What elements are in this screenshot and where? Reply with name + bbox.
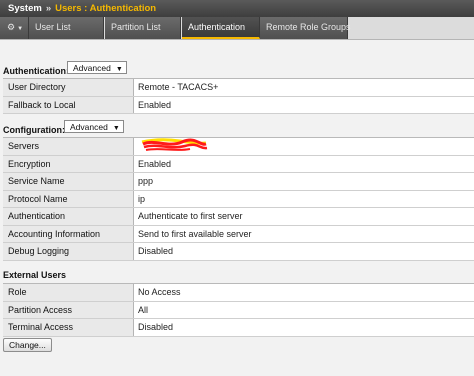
authentication-table: User Directory Remote - TACACS+ Fallback… bbox=[3, 78, 474, 114]
row-value: Disabled bbox=[134, 319, 474, 336]
tab-authentication[interactable]: Authentication bbox=[182, 17, 260, 39]
row-value: All bbox=[134, 301, 474, 318]
row-value: Enabled bbox=[134, 96, 474, 113]
external-users-table: Role No Access Partition Access All Term… bbox=[3, 283, 474, 337]
configuration-mode-value: Advanced bbox=[70, 122, 108, 132]
row-value: ppp bbox=[134, 173, 474, 190]
breadcrumb-separator: » bbox=[45, 3, 52, 14]
redaction-scribble bbox=[141, 138, 208, 151]
table-row: Partition Access All bbox=[3, 301, 474, 319]
table-row: Authentication Authenticate to first ser… bbox=[3, 208, 474, 226]
servers-value-redacted bbox=[134, 138, 474, 155]
row-label: Debug Logging bbox=[3, 243, 134, 260]
table-row: Terminal Access Disabled bbox=[3, 319, 474, 337]
row-label: Fallback to Local bbox=[3, 96, 134, 113]
row-label: Servers bbox=[3, 138, 134, 155]
chevron-down-icon: ▼ bbox=[115, 66, 123, 73]
row-value: Send to first available server bbox=[134, 225, 474, 242]
row-value: Remote - TACACS+ bbox=[134, 79, 474, 96]
external-users-heading: External Users bbox=[3, 270, 67, 280]
row-label: Terminal Access bbox=[3, 319, 134, 336]
row-value: Authenticate to first server bbox=[134, 208, 474, 225]
authentication-mode-value: Advanced bbox=[73, 63, 111, 73]
title-bar: System» Users : Authentication bbox=[0, 0, 474, 17]
row-label: User Directory bbox=[3, 79, 134, 96]
row-label: Accounting Information bbox=[3, 225, 134, 242]
change-button[interactable]: Change... bbox=[3, 338, 52, 352]
configuration-table: Servers Encryption Enabled Service Name … bbox=[3, 137, 474, 261]
configuration-heading: Configuration: bbox=[3, 125, 65, 135]
tab-bar: ⚙ ▼ User List Partition List Authenticati… bbox=[0, 17, 474, 40]
row-label: Role bbox=[3, 284, 134, 301]
authentication-heading: Authentication: bbox=[3, 66, 69, 76]
row-label: Service Name bbox=[3, 173, 134, 190]
configuration-mode-select[interactable]: Advanced ▼ bbox=[64, 120, 124, 133]
row-value: Disabled bbox=[134, 243, 474, 260]
table-row: Encryption Enabled bbox=[3, 155, 474, 173]
row-label: Protocol Name bbox=[3, 190, 134, 207]
row-label: Partition Access bbox=[3, 301, 134, 318]
table-row: Role No Access bbox=[3, 284, 474, 302]
chevron-down-icon: ▼ bbox=[17, 26, 24, 32]
authentication-mode-select[interactable]: Advanced ▼ bbox=[67, 61, 127, 74]
row-label: Encryption bbox=[3, 155, 134, 172]
row-value: Enabled bbox=[134, 155, 474, 172]
row-value: No Access bbox=[134, 284, 474, 301]
chevron-down-icon: ▼ bbox=[112, 125, 120, 132]
table-row: User Directory Remote - TACACS+ bbox=[3, 79, 474, 97]
settings-menu-button[interactable]: ⚙ ▼ bbox=[0, 17, 29, 39]
breadcrumb-current: Users : Authentication bbox=[55, 3, 157, 14]
table-row: Service Name ppp bbox=[3, 173, 474, 191]
table-row: Protocol Name ip bbox=[3, 190, 474, 208]
gear-icon: ⚙ bbox=[7, 22, 16, 32]
tab-partition-list[interactable]: Partition List bbox=[105, 17, 181, 39]
table-row: Fallback to Local Enabled bbox=[3, 96, 474, 114]
row-value: ip bbox=[134, 190, 474, 207]
breadcrumb-root: System bbox=[8, 3, 42, 14]
tab-remote-role-groups[interactable]: Remote Role Groups bbox=[260, 17, 351, 39]
row-label: Authentication bbox=[3, 208, 134, 225]
table-row: Debug Logging Disabled bbox=[3, 243, 474, 261]
tab-user-list[interactable]: User List bbox=[29, 17, 104, 39]
table-row: Servers bbox=[3, 138, 474, 156]
table-row: Accounting Information Send to first ava… bbox=[3, 225, 474, 243]
